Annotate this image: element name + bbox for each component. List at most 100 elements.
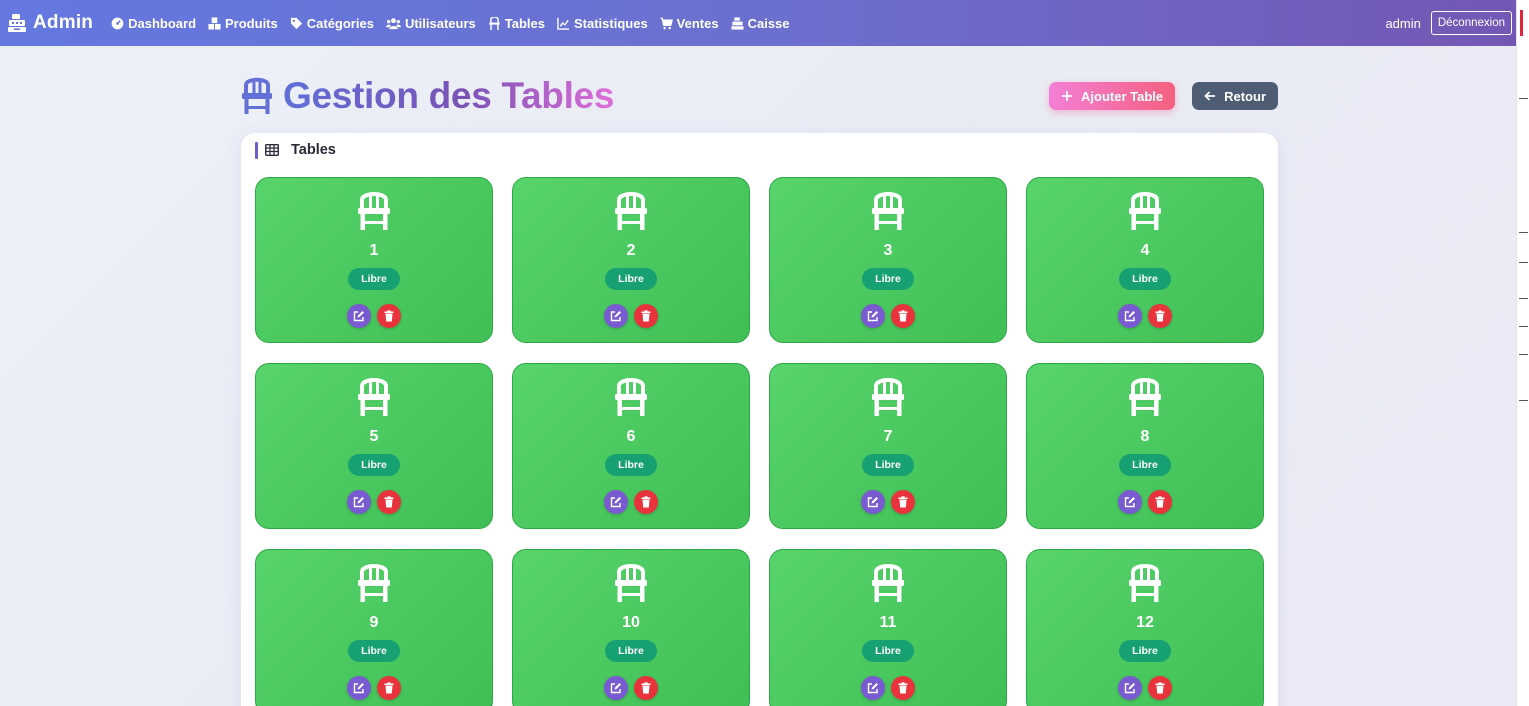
chair-icon (1129, 378, 1161, 416)
delete-table-button[interactable] (1148, 490, 1172, 514)
delete-table-button[interactable] (1148, 676, 1172, 700)
table-tile[interactable]: 1 Libre (255, 177, 493, 343)
tick-mark (1519, 400, 1528, 401)
status-badge: Libre (605, 454, 657, 476)
table-tile[interactable]: 9 Libre (255, 549, 493, 706)
chair-icon (358, 192, 390, 230)
nav-link-ventes[interactable]: Ventes (660, 16, 719, 31)
table-number: 10 (622, 614, 640, 631)
boxes-icon (208, 16, 221, 30)
edit-table-button[interactable] (347, 676, 371, 700)
trash-icon (1155, 310, 1165, 322)
table-actions (1118, 676, 1172, 700)
tick-mark (1519, 354, 1528, 355)
edit-icon (867, 683, 878, 694)
page-title: Gestion des Tables (241, 75, 614, 117)
users-icon (386, 17, 401, 29)
edit-icon (1124, 311, 1135, 322)
card-header-accent (255, 141, 258, 159)
table-tile[interactable]: 7 Libre (769, 363, 1007, 529)
tick-mark (1519, 232, 1528, 233)
edit-table-button[interactable] (604, 304, 628, 328)
edit-icon (353, 683, 364, 694)
table-tile[interactable]: 4 Libre (1026, 177, 1264, 343)
status-badge: Libre (1119, 640, 1171, 662)
table-actions (1118, 490, 1172, 514)
chair-icon (615, 378, 647, 416)
nav-link-dashboard[interactable]: Dashboard (111, 16, 196, 31)
table-tile[interactable]: 12 Libre (1026, 549, 1264, 706)
edit-table-button[interactable] (347, 490, 371, 514)
delete-table-button[interactable] (634, 676, 658, 700)
edit-table-button[interactable] (604, 676, 628, 700)
edit-icon (610, 497, 621, 508)
table-tile[interactable]: 8 Libre (1026, 363, 1264, 529)
delete-table-button[interactable] (1148, 304, 1172, 328)
edit-table-button[interactable] (861, 676, 885, 700)
table-tile[interactable]: 10 Libre (512, 549, 750, 706)
edit-table-button[interactable] (1118, 676, 1142, 700)
table-actions (861, 304, 915, 328)
delete-table-button[interactable] (634, 304, 658, 328)
delete-table-button[interactable] (377, 304, 401, 328)
table-actions (347, 676, 401, 700)
status-badge: Libre (862, 640, 914, 662)
navbar: Admin Dashboard Produits Catégories Util… (0, 0, 1516, 46)
logout-button[interactable]: Déconnexion (1430, 11, 1512, 35)
table-number: 8 (1140, 428, 1150, 445)
table-tile[interactable]: 6 Libre (512, 363, 750, 529)
nav-link-tables[interactable]: Tables (488, 16, 545, 31)
nav-right: admin Déconnexion (1385, 11, 1512, 35)
status-badge: Libre (348, 640, 400, 662)
nav-link-categories[interactable]: Catégories (290, 16, 374, 31)
edit-table-button[interactable] (1118, 304, 1142, 328)
nav-link-label: Ventes (676, 15, 719, 31)
chair-icon (489, 16, 500, 30)
scrollbar-strip[interactable] (1516, 0, 1529, 706)
nav-link-label: Tables (504, 15, 545, 31)
tags-icon (290, 17, 302, 29)
status-badge: Libre (348, 268, 400, 290)
nav-link-caisse[interactable]: Caisse (731, 16, 790, 31)
delete-table-button[interactable] (634, 490, 658, 514)
edit-icon (867, 311, 878, 322)
status-badge: Libre (1119, 454, 1171, 476)
tick-mark (1519, 298, 1528, 299)
page-title-text: Gestion des Tables (283, 75, 615, 116)
trash-icon (1155, 496, 1165, 508)
add-table-button[interactable]: Ajouter Table (1049, 82, 1176, 110)
edit-table-button[interactable] (1118, 490, 1142, 514)
back-button[interactable]: Retour (1192, 82, 1278, 110)
status-badge: Libre (862, 268, 914, 290)
table-number: 4 (1140, 242, 1150, 259)
nav-link-produits[interactable]: Produits (208, 16, 278, 31)
delete-table-button[interactable] (891, 490, 915, 514)
edit-table-button[interactable] (604, 490, 628, 514)
nav-link-statistiques[interactable]: Statistiques (557, 16, 648, 31)
table-actions (604, 304, 658, 328)
chair-icon (1129, 192, 1161, 230)
nav-link-utilisateurs[interactable]: Utilisateurs (386, 16, 476, 31)
tables-grid: 1 Libre 2 Libre 3 Libre 4 Libre 5 Libre … (255, 177, 1264, 706)
table-tile[interactable]: 2 Libre (512, 177, 750, 343)
brand[interactable]: Admin (7, 12, 93, 34)
edit-icon (353, 497, 364, 508)
table-tile[interactable]: 11 Libre (769, 549, 1007, 706)
delete-table-button[interactable] (891, 304, 915, 328)
edit-table-button[interactable] (347, 304, 371, 328)
edit-table-button[interactable] (861, 304, 885, 328)
nav-link-label: Produits (225, 15, 278, 31)
trash-icon (641, 682, 651, 694)
card-title: Tables (291, 142, 336, 158)
table-tile[interactable]: 3 Libre (769, 177, 1007, 343)
delete-table-button[interactable] (891, 676, 915, 700)
edit-table-button[interactable] (861, 490, 885, 514)
cash-register-icon (8, 14, 26, 32)
delete-table-button[interactable] (377, 490, 401, 514)
chair-icon (872, 378, 904, 416)
table-tile[interactable]: 5 Libre (255, 363, 493, 529)
delete-table-button[interactable] (377, 676, 401, 700)
edit-icon (867, 497, 878, 508)
table-actions (604, 490, 658, 514)
cart-icon (660, 17, 673, 29)
